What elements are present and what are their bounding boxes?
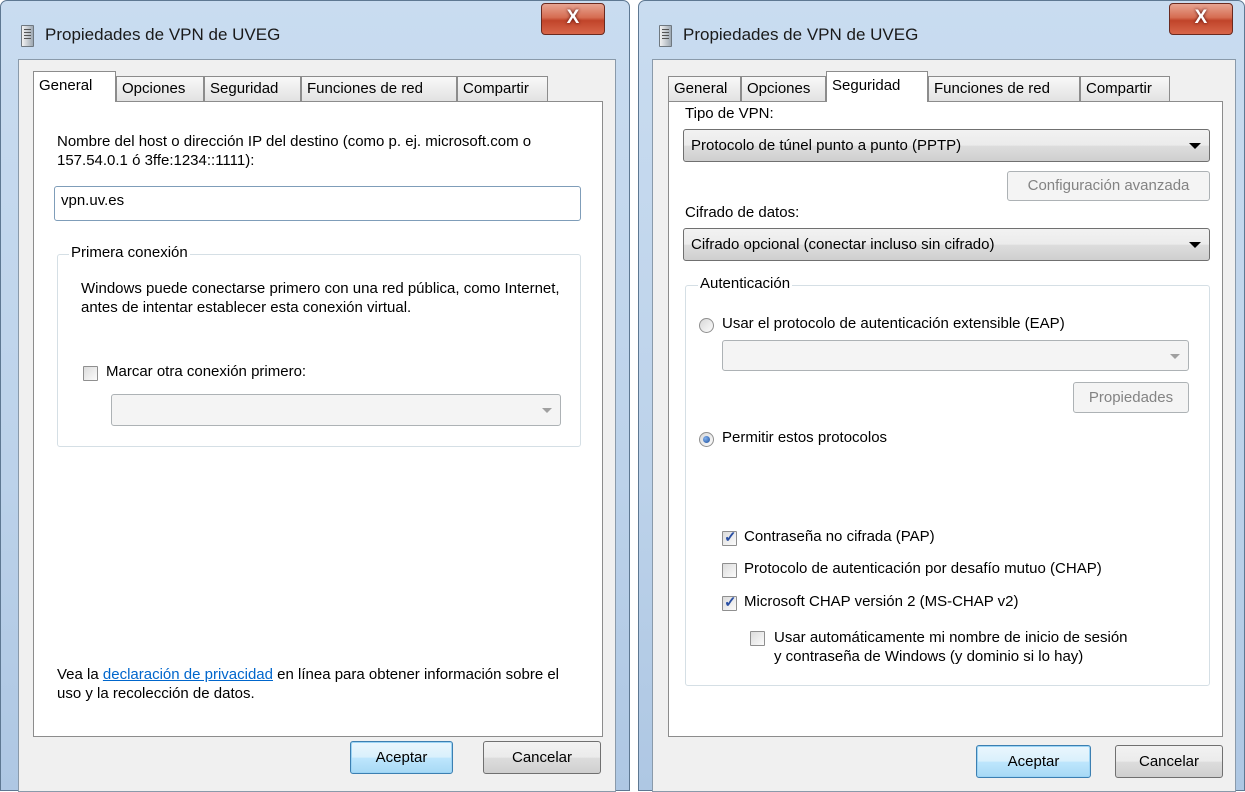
encryption-select[interactable]: Cifrado opcional (conectar incluso sin c…	[683, 228, 1210, 261]
eap-radio[interactable]	[699, 318, 714, 333]
tab-general[interactable]: General	[668, 76, 741, 102]
right-properties-window: Propiedades de VPN de UVEG X General Opc…	[638, 0, 1245, 792]
tab-seguridad[interactable]: Seguridad	[826, 71, 928, 102]
left-properties-window: Propiedades de VPN de UVEG X General Opc…	[0, 0, 630, 792]
ok-button[interactable]: Aceptar	[350, 741, 453, 774]
cancel-button[interactable]: Cancelar	[483, 741, 601, 774]
dial-other-select[interactable]	[111, 394, 561, 426]
authentication-group: Autenticación Usar el protocolo de auten…	[685, 275, 1210, 686]
first-connection-group: Primera conexión Windows puede conectars…	[57, 244, 581, 447]
tab-compartir[interactable]: Compartir	[457, 76, 548, 102]
encryption-label: Cifrado de datos:	[685, 204, 800, 221]
vpn-type-select[interactable]: Protocolo de túnel punto a punto (PPTP)	[683, 129, 1210, 162]
tab-strip: General Opciones Seguridad Funciones de …	[668, 71, 1223, 102]
tab-funciones-de-red[interactable]: Funciones de red	[928, 76, 1080, 102]
allow-protocols-radio[interactable]	[699, 432, 714, 447]
first-connection-legend: Primera conexión	[69, 244, 190, 261]
ms-chap-v2-checkbox[interactable]	[722, 593, 737, 611]
chevron-down-icon	[1170, 354, 1180, 359]
advanced-settings-button[interactable]: Configuración avanzada	[1007, 171, 1210, 201]
privacy-link[interactable]: declaración de privacidad	[103, 666, 273, 683]
host-label: Nombre del host o dirección IP del desti…	[57, 133, 532, 169]
close-button[interactable]: X	[1169, 3, 1233, 35]
authentication-legend: Autenticación	[698, 275, 793, 292]
window-icon	[659, 25, 672, 47]
vpn-type-value: Protocolo de túnel punto a punto (PPTP)	[691, 137, 962, 154]
chevron-down-icon	[1189, 143, 1201, 149]
auto-logon-checkbox[interactable]	[750, 631, 765, 646]
tab-compartir[interactable]: Compartir	[1080, 76, 1170, 102]
dialog-client-area: General Opciones Seguridad Funciones de …	[18, 59, 616, 792]
host-input[interactable]: vpn.uv.es	[54, 186, 581, 221]
security-tab-panel: Tipo de VPN: Protocolo de túnel punto a …	[668, 101, 1223, 737]
ok-button[interactable]: Aceptar	[976, 745, 1091, 778]
vpn-type-label: Tipo de VPN:	[685, 105, 774, 122]
general-tab-panel: Nombre del host o dirección IP del desti…	[33, 101, 603, 737]
first-connection-description: Windows puede conectarse primero con una…	[81, 280, 560, 316]
allow-protocols-label: Permitir estos protocolos	[722, 429, 888, 446]
tab-opciones[interactable]: Opciones	[116, 76, 204, 102]
chap-label: Protocolo de autenticación por desafío m…	[744, 560, 1102, 577]
dial-other-label: Marcar otra conexión primero:	[106, 363, 307, 380]
pap-checkbox[interactable]	[722, 528, 737, 546]
window-title: Propiedades de VPN de UVEG	[683, 25, 919, 44]
chevron-down-icon	[1189, 242, 1201, 248]
chevron-down-icon	[542, 408, 552, 413]
encryption-value: Cifrado opcional (conectar incluso sin c…	[691, 236, 995, 253]
privacy-prefix: Vea la	[57, 666, 99, 683]
eap-method-select[interactable]	[722, 340, 1189, 371]
eap-properties-button[interactable]: Propiedades	[1073, 382, 1189, 413]
window-icon	[21, 25, 34, 47]
privacy-text: Vea la declaración de privacidad en líne…	[57, 665, 587, 703]
cancel-button[interactable]: Cancelar	[1115, 745, 1223, 778]
tab-seguridad[interactable]: Seguridad	[204, 76, 301, 102]
auto-logon-label-line1: Usar automáticamente mi nombre de inicio…	[774, 629, 1128, 646]
tab-strip: General Opciones Seguridad Funciones de …	[33, 71, 603, 102]
tab-general[interactable]: General	[33, 71, 116, 102]
tab-opciones[interactable]: Opciones	[741, 76, 826, 102]
window-title: Propiedades de VPN de UVEG	[45, 25, 281, 44]
dial-other-checkbox[interactable]	[83, 366, 98, 381]
eap-label: Usar el protocolo de autenticación exten…	[722, 315, 1065, 332]
ms-chap-v2-label: Microsoft CHAP versión 2 (MS-CHAP v2)	[744, 593, 1019, 610]
dialog-client-area: General Opciones Seguridad Funciones de …	[652, 59, 1236, 792]
chap-checkbox[interactable]	[722, 563, 737, 578]
auto-logon-label-line2: y contraseña de Windows (y dominio si lo…	[774, 648, 1084, 665]
close-button[interactable]: X	[541, 3, 605, 35]
pap-label: Contraseña no cifrada (PAP)	[744, 528, 935, 545]
tab-funciones-de-red[interactable]: Funciones de red	[301, 76, 457, 102]
